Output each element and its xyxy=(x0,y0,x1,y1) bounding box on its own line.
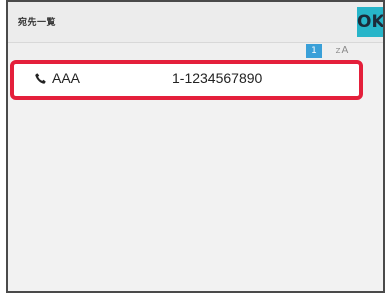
destination-list: AAA 1-1234567890 xyxy=(8,60,383,291)
address-list-screen: 宛先一覧 OK 1 ZA AAA 1-1234567890 xyxy=(6,0,385,293)
sort-a-label: A xyxy=(341,45,349,56)
page-title: 宛先一覧 xyxy=(18,18,57,28)
ok-button[interactable]: OK xyxy=(357,7,383,37)
destination-number: 1-1234567890 xyxy=(172,70,263,86)
list-item[interactable]: AAA 1-1234567890 xyxy=(10,60,363,100)
sort-button[interactable]: ZA xyxy=(330,42,354,60)
page-number-badge: 1 xyxy=(306,44,322,58)
destination-name: AAA xyxy=(52,70,81,86)
phone-icon xyxy=(35,73,46,84)
header-bar: 宛先一覧 OK xyxy=(8,2,383,43)
sort-z-label: Z xyxy=(335,47,341,55)
